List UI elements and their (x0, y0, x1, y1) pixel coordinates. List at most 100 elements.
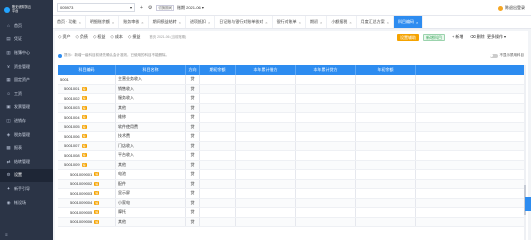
table-cell[interactable] (236, 141, 296, 150)
edit-badge-icon[interactable]: 编 (94, 219, 100, 224)
settings-icon[interactable]: ⚙ (148, 5, 152, 11)
table-cell[interactable] (200, 75, 236, 84)
table-cell[interactable] (296, 122, 356, 131)
table-cell[interactable] (416, 103, 525, 112)
close-icon[interactable]: × (208, 20, 210, 25)
tab[interactable]: 账务审核 × (119, 16, 149, 28)
table-cell[interactable] (356, 103, 416, 112)
table-cell[interactable] (236, 75, 296, 84)
table-row[interactable]: 5001 主营业务收入 贷 (58, 75, 525, 85)
table-cell[interactable] (236, 132, 296, 141)
table-cell[interactable] (416, 170, 525, 179)
table-cell[interactable] (236, 84, 296, 93)
sidebar-item[interactable]: ◈ 税务管理 (0, 128, 53, 142)
edit-badge-icon[interactable]: 编 (94, 200, 100, 205)
table-cell[interactable] (296, 208, 356, 217)
table-cell[interactable] (356, 170, 416, 179)
sidebar-item[interactable]: ⌂ 首页 (0, 19, 53, 33)
table-cell[interactable] (416, 75, 525, 84)
table-cell[interactable] (200, 160, 236, 169)
edit-badge-icon[interactable]: 编 (81, 105, 87, 110)
table-cell[interactable] (356, 84, 416, 93)
table-cell[interactable] (296, 217, 356, 226)
table-cell[interactable] (296, 160, 356, 169)
table-cell[interactable] (296, 198, 356, 207)
side-float-panel[interactable] (525, 197, 531, 211)
table-cell[interactable] (200, 103, 236, 112)
tab[interactable]: 月度汇总方案 × (357, 16, 394, 28)
table-cell[interactable] (356, 160, 416, 169)
close-icon[interactable]: × (349, 20, 351, 25)
table-cell[interactable] (416, 198, 525, 207)
table-cell[interactable] (296, 170, 356, 179)
table-cell[interactable] (356, 141, 416, 150)
sidebar-item[interactable]: ⚙ 设置 (0, 168, 53, 183)
table-cell[interactable] (236, 151, 296, 160)
tab[interactable]: 期间损益结转 × (149, 16, 186, 28)
table-cell[interactable] (200, 217, 236, 226)
table-cell[interactable] (200, 84, 236, 93)
table-cell[interactable] (236, 189, 296, 198)
sidebar-item[interactable]: ▤ 凭证 (0, 33, 53, 47)
table-cell[interactable] (296, 132, 356, 141)
table-cell[interactable] (356, 94, 416, 103)
table-cell[interactable] (356, 113, 416, 122)
table-cell[interactable] (416, 208, 525, 217)
tab[interactable]: 明细账余额 × (86, 16, 120, 28)
category-button[interactable]: ◇ 资产 (58, 34, 70, 40)
switch-period-button[interactable]: 切换期间 (156, 4, 174, 11)
edit-badge-icon[interactable]: 编 (94, 172, 100, 177)
table-cell[interactable] (296, 179, 356, 188)
table-cell[interactable] (416, 113, 525, 122)
table-cell[interactable] (416, 151, 525, 160)
table-cell[interactable] (236, 170, 296, 179)
category-button[interactable]: ◇ 权益 (93, 34, 105, 40)
table-cell[interactable] (200, 113, 236, 122)
sidebar-item[interactable]: ▩ 报表 (0, 141, 53, 155)
table-cell[interactable] (416, 189, 525, 198)
table-cell[interactable] (200, 179, 236, 188)
tab[interactable]: 期初 × (306, 16, 328, 28)
table-cell[interactable] (236, 113, 296, 122)
table-cell[interactable] (200, 141, 236, 150)
close-icon[interactable]: × (416, 20, 418, 25)
table-cell[interactable] (296, 75, 356, 84)
edit-badge-icon[interactable]: 编 (94, 191, 100, 196)
table-cell[interactable] (416, 94, 525, 103)
table-cell[interactable] (236, 122, 296, 131)
edit-badge-icon[interactable]: 编 (81, 86, 87, 91)
table-cell[interactable] (356, 189, 416, 198)
edit-badge-icon[interactable]: 编 (81, 96, 87, 101)
table-row[interactable]: 5001009006 编其他贷 (58, 217, 525, 227)
edit-badge-icon[interactable]: 编 (81, 162, 87, 167)
close-icon[interactable]: × (179, 20, 181, 25)
table-cell[interactable] (416, 179, 525, 188)
table-cell[interactable] (296, 103, 356, 112)
close-icon[interactable]: × (141, 20, 143, 25)
table-cell[interactable] (236, 94, 296, 103)
table-row[interactable]: 5001009 编其他贷 (58, 160, 525, 170)
add-icon[interactable]: + (140, 5, 143, 11)
sidebar-item[interactable]: ◫ 进销存 (0, 114, 53, 128)
logout-button[interactable]: 退出登录 (509, 5, 525, 11)
delete-button[interactable]: ⌫ 删除 (470, 34, 485, 40)
table-cell[interactable] (356, 217, 416, 226)
table-row[interactable]: 5001007 编门店收入贷 (58, 141, 525, 151)
close-icon[interactable]: × (320, 20, 322, 25)
table-cell[interactable] (356, 208, 416, 217)
sidebar-item[interactable]: ▦ 固定资产 (0, 73, 53, 87)
sidebar-item[interactable]: ▥ 账簿中心 (0, 46, 53, 60)
table-cell[interactable] (236, 160, 296, 169)
table-cell[interactable] (200, 94, 236, 103)
table-cell[interactable] (416, 132, 525, 141)
table-cell[interactable] (416, 160, 525, 169)
category-button[interactable]: ◇ 成本 (110, 34, 122, 40)
table-cell[interactable] (200, 122, 236, 131)
table-cell[interactable] (356, 132, 416, 141)
table-row[interactable]: 5001006 编技术费贷 (58, 132, 525, 142)
sidebar-item[interactable]: ▣ 发票管理 (0, 101, 53, 115)
tab[interactable]: 日记账与银行对账单核对 × (215, 16, 273, 28)
table-cell[interactable] (416, 141, 525, 150)
more-actions-button[interactable]: 更多操作 ▾ (487, 34, 506, 40)
table-cell[interactable] (236, 217, 296, 226)
